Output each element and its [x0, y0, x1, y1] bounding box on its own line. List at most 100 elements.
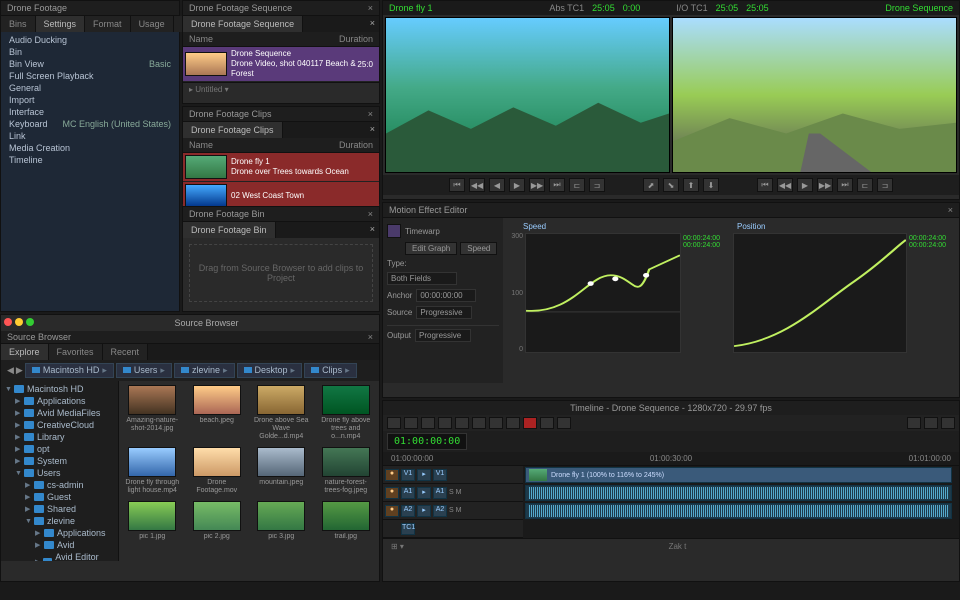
close-icon[interactable]: ×	[368, 209, 373, 219]
timewarp-icon[interactable]	[387, 224, 401, 238]
back-button[interactable]: ◀	[7, 365, 14, 376]
play-reverse-button[interactable]: ◀	[489, 178, 505, 192]
step-fwd-button[interactable]: ▶▶	[529, 178, 545, 192]
window-close-button[interactable]	[4, 318, 12, 326]
tree-item[interactable]: ▼zlevine	[1, 515, 118, 527]
settings-item[interactable]: KeyboardMC English (United States)	[1, 118, 179, 130]
close-icon[interactable]: ×	[948, 205, 953, 215]
settings-item[interactable]: Audio Ducking	[1, 34, 179, 46]
sb-tab-explore[interactable]: Explore	[1, 344, 49, 360]
tl-tool[interactable]	[489, 417, 503, 429]
rec-play-button[interactable]: ▶	[797, 178, 813, 192]
thumbnail-item[interactable]: Drone above Sea Wave Golde...d.mp4	[252, 385, 311, 441]
track-src-a2[interactable]: A2	[401, 505, 415, 517]
tree-item[interactable]: ▶Avid	[1, 539, 118, 551]
tree-item[interactable]: ▼Users	[1, 467, 118, 479]
track-rec-toggle[interactable]: ●	[385, 505, 399, 517]
sb-tab-favorites[interactable]: Favorites	[49, 344, 103, 360]
output-dropdown[interactable]	[415, 329, 471, 342]
lift-button[interactable]: ⬆	[683, 178, 699, 192]
tab-format[interactable]: Format	[85, 16, 131, 32]
speed-graph[interactable]	[525, 233, 681, 353]
edit-graph-button[interactable]: Edit Graph	[405, 242, 457, 255]
tree-item[interactable]: ▶Avid MediaFiles	[1, 407, 118, 419]
tab-drone-clips[interactable]: Drone Footage Clips	[183, 122, 283, 138]
breadcrumb-item[interactable]: Users▸	[116, 363, 172, 378]
play-button[interactable]: ▶	[509, 178, 525, 192]
bin-dropzone[interactable]: Drag from Source Browser to add clips to…	[189, 244, 373, 302]
tree-item[interactable]: ▶cs-admin	[1, 479, 118, 491]
track-monitor[interactable]: ▸	[417, 469, 431, 481]
rec-mark-in-button[interactable]: ⊏	[857, 178, 873, 192]
settings-item[interactable]: Link	[1, 130, 179, 142]
tree-item[interactable]: ▶System	[1, 455, 118, 467]
tab-bin[interactable]: Drone Footage Bin	[183, 222, 276, 238]
window-minimize-button[interactable]	[15, 318, 23, 326]
breadcrumb-item[interactable]: zlevine▸	[174, 363, 235, 378]
overwrite-button[interactable]: ⬊	[663, 178, 679, 192]
thumbnail-item[interactable]: Drone fly through light house.mp4	[123, 447, 182, 495]
breadcrumb-item[interactable]: Desktop▸	[237, 363, 303, 378]
thumbnail-item[interactable]: pic 1.jpg	[123, 501, 182, 541]
record-viewer[interactable]	[672, 17, 957, 173]
track-tc1[interactable]: TC1	[401, 523, 415, 535]
track-src-a1[interactable]: A1	[401, 487, 415, 499]
splice-button[interactable]: ⬈	[643, 178, 659, 192]
timeline-audio-clip-1[interactable]	[525, 485, 952, 501]
tree-item[interactable]: ▶Applications	[1, 395, 118, 407]
settings-item[interactable]: Media Creation	[1, 142, 179, 154]
tl-tool[interactable]	[941, 417, 955, 429]
source-dropdown[interactable]	[416, 306, 472, 319]
settings-item[interactable]: Full Screen Playback	[1, 70, 179, 82]
track-rec-toggle[interactable]: ●	[385, 469, 399, 481]
close-icon[interactable]: ×	[366, 16, 379, 32]
thumbnail-item[interactable]: pic 2.jpg	[188, 501, 247, 541]
tab-settings[interactable]: Settings	[36, 16, 86, 32]
close-icon[interactable]: ×	[366, 222, 379, 238]
settings-item[interactable]: General	[1, 82, 179, 94]
tree-item[interactable]: ▶Guest	[1, 491, 118, 503]
sequence-row[interactable]: Drone Sequence Drone Video, shot 040117 …	[183, 47, 379, 82]
thumbnail-item[interactable]: Amazing-nature-shot-2014.jpg	[123, 385, 182, 441]
tl-tool[interactable]	[557, 417, 571, 429]
track-monitor[interactable]: ▸	[417, 505, 431, 517]
tree-item[interactable]: ▶Avid Editor Tra...	[1, 551, 118, 561]
record-button[interactable]	[523, 417, 537, 429]
tl-tool[interactable]	[506, 417, 520, 429]
settings-item[interactable]: Interface	[1, 106, 179, 118]
tree-item[interactable]: ▶opt	[1, 443, 118, 455]
settings-item[interactable]: Import	[1, 94, 179, 106]
sb-tab-recent[interactable]: Recent	[103, 344, 149, 360]
tl-tool[interactable]	[924, 417, 938, 429]
tab-bins[interactable]: Bins	[1, 16, 36, 32]
window-zoom-button[interactable]	[26, 318, 34, 326]
rec-mark-out-button[interactable]: ⊐	[877, 178, 893, 192]
close-icon[interactable]: ×	[368, 3, 373, 13]
track-src-v1[interactable]: V1	[401, 469, 415, 481]
fwd-button[interactable]: ▶	[16, 365, 23, 376]
rec-goto-end-button[interactable]: ⏭	[837, 178, 853, 192]
tl-tool[interactable]	[907, 417, 921, 429]
rec-goto-start-button[interactable]: ⏮	[757, 178, 773, 192]
thumbnail-item[interactable]: Drone fly above trees and o...n.mp4	[317, 385, 376, 441]
timeline-audio-clip-2[interactable]	[525, 503, 952, 519]
tab-drone-sequence[interactable]: Drone Footage Sequence	[183, 16, 303, 32]
tab-usage[interactable]: Usage	[131, 16, 174, 32]
thumbnail-item[interactable]: trail.jpg	[317, 501, 376, 541]
rec-step-back-button[interactable]: ◀◀	[777, 178, 793, 192]
close-icon[interactable]: ×	[366, 122, 379, 138]
anchor-input[interactable]	[416, 289, 476, 302]
tree-item[interactable]: ▶Library	[1, 431, 118, 443]
thumbnail-item[interactable]: pic 3.jpg	[252, 501, 311, 541]
extract-button[interactable]: ⬇	[703, 178, 719, 192]
tree-item[interactable]: ▶Applications	[1, 527, 118, 539]
tl-tool[interactable]	[540, 417, 554, 429]
settings-item[interactable]: Bin ViewBasic	[1, 58, 179, 70]
timeline-ruler[interactable]: 01:00:00:0001:00:30:0001:01:00:00	[383, 452, 959, 466]
tree-item[interactable]: ▶Shared	[1, 503, 118, 515]
close-icon[interactable]: ×	[368, 332, 373, 342]
timeline-video-clip[interactable]: Drone fly 1 (100% to 116% to 245%)	[525, 467, 952, 483]
position-graph[interactable]	[733, 233, 907, 353]
close-icon[interactable]: ×	[368, 109, 373, 119]
step-back-button[interactable]: ◀◀	[469, 178, 485, 192]
